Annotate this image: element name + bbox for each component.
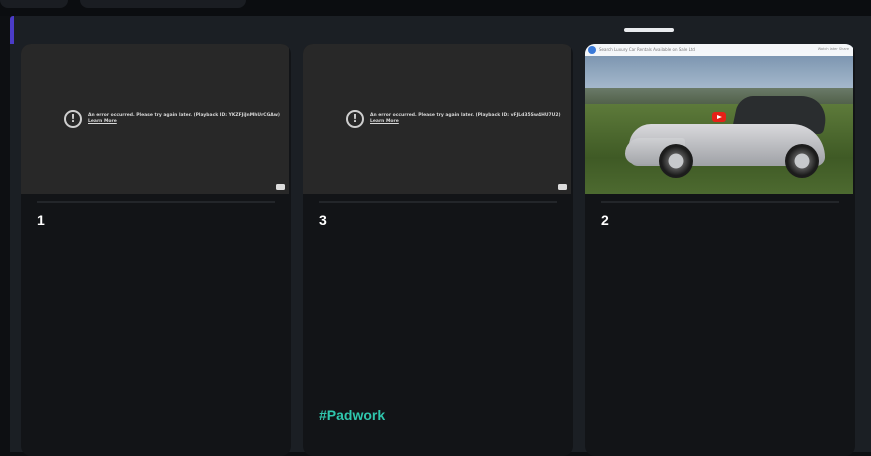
error-text: An error occurred. Please try again late…: [88, 113, 280, 118]
youtube-play-icon[interactable]: [712, 112, 726, 122]
video-title[interactable]: Search Luxury Car Rentals Available on S…: [599, 47, 695, 52]
card-number: 3: [319, 212, 327, 228]
learn-more-link[interactable]: Learn More: [88, 119, 280, 125]
video-card[interactable]: Search Luxury Car Rentals Available on S…: [585, 44, 855, 456]
car-wheel: [785, 144, 819, 178]
video-player[interactable]: ! An error occurred. Please try again la…: [21, 44, 289, 194]
error-icon: !: [64, 110, 82, 128]
top-bar: [0, 0, 871, 16]
divider: [601, 201, 839, 203]
video-header-actions[interactable]: Watch later Share: [818, 47, 849, 51]
divider: [319, 201, 557, 203]
error-icon: !: [346, 110, 364, 128]
error-message: ! An error occurred. Please try again la…: [64, 110, 280, 128]
video-header: Search Luxury Car Rentals Available on S…: [585, 44, 853, 56]
car-wheel: [659, 144, 693, 178]
divider: [37, 201, 275, 203]
card-number: 1: [37, 212, 45, 228]
youtube-logo-icon[interactable]: [558, 184, 567, 190]
learn-more-link[interactable]: Learn More: [370, 119, 561, 125]
video-card[interactable]: ! An error occurred. Please try again la…: [303, 44, 573, 456]
hashtag-link[interactable]: #Padwork: [319, 407, 385, 423]
panel-accent: [10, 16, 14, 44]
error-text: An error occurred. Please try again late…: [370, 113, 561, 118]
top-tab[interactable]: [0, 0, 68, 8]
youtube-logo-icon[interactable]: [276, 184, 285, 190]
video-player[interactable]: Search Luxury Car Rentals Available on S…: [585, 44, 853, 194]
video-card[interactable]: ! An error occurred. Please try again la…: [21, 44, 291, 456]
drag-handle[interactable]: [624, 28, 674, 32]
video-panel: ! An error occurred. Please try again la…: [10, 16, 871, 456]
channel-avatar-icon[interactable]: [588, 46, 596, 54]
top-tab[interactable]: [80, 0, 246, 8]
video-player[interactable]: ! An error occurred. Please try again la…: [303, 44, 571, 194]
card-number: 2: [601, 212, 609, 228]
error-message: ! An error occurred. Please try again la…: [346, 110, 561, 128]
